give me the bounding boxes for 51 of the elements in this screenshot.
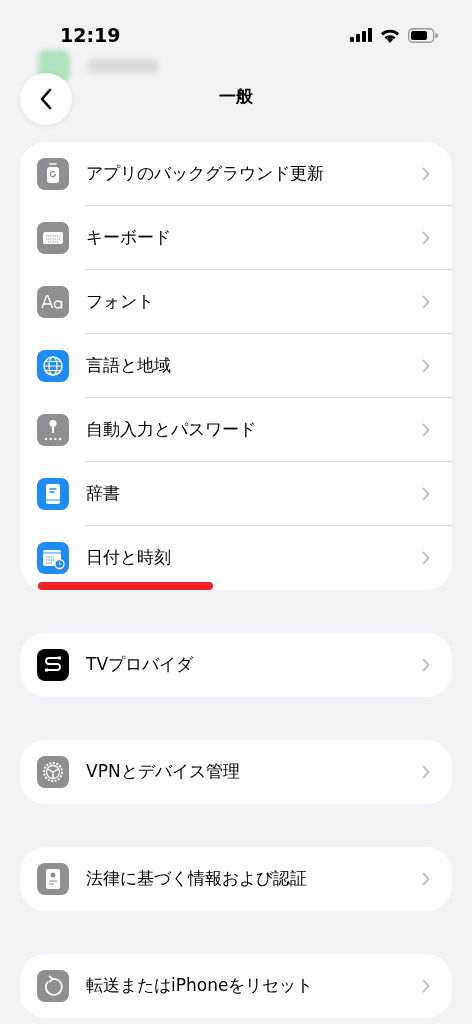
settings-row[interactable]: フォント	[20, 270, 452, 334]
chevron-icon	[422, 765, 430, 779]
chevron-icon	[422, 658, 430, 672]
page-title: 一般	[219, 85, 253, 109]
chevron-icon	[422, 422, 430, 437]
settings-row[interactable]: TVプロバイダ	[20, 633, 452, 697]
row-label: 日付と時刻	[86, 546, 172, 570]
settings-row[interactable]: 自動入力とパスワード	[20, 398, 452, 462]
row-label: 自動入力とパスワード	[86, 417, 257, 441]
row-label: アプリのバックグラウンド更新	[86, 161, 325, 185]
gear-icon	[37, 756, 69, 788]
reset-icon	[37, 970, 69, 1002]
row-label: 辞書	[86, 481, 121, 505]
cable-icon	[37, 649, 69, 681]
row-label: VPNとデバイス管理	[86, 760, 241, 784]
settings-row[interactable]: キーボード	[20, 206, 452, 270]
chevron-icon	[422, 979, 430, 993]
document-icon	[37, 863, 69, 895]
settings-row[interactable]: 法律に基づく情報および認証	[20, 847, 452, 911]
font-icon	[37, 286, 69, 318]
back-icon	[39, 88, 53, 110]
row-label: フォント	[86, 289, 155, 313]
chevron-icon	[422, 551, 430, 565]
back-button[interactable]	[20, 73, 72, 125]
chevron-icon	[422, 294, 430, 309]
status-time: 12:19	[60, 22, 121, 48]
row-label: TVプロバイダ	[86, 653, 194, 677]
chevron-icon	[422, 230, 430, 245]
chevron-icon	[422, 166, 430, 181]
battery-icon	[408, 27, 438, 43]
settings-row[interactable]: 言語と地域	[20, 334, 452, 398]
book-icon	[37, 478, 69, 510]
calendar-icon	[37, 542, 69, 574]
settings-row[interactable]: VPNとデバイス管理	[20, 740, 452, 804]
key-icon	[37, 414, 69, 446]
settings-row[interactable]: 転送またはiPhoneをリセット	[20, 954, 452, 1018]
settings-row[interactable]: アプリのバックグラウンド更新	[20, 142, 452, 206]
row-label: 転送またはiPhoneをリセット	[86, 974, 315, 998]
wifi-icon	[380, 27, 400, 43]
chevron-icon	[422, 358, 430, 373]
row-label: 法律に基づく情報および認証	[86, 867, 308, 891]
refresh-icon	[37, 158, 69, 190]
globe-icon	[37, 350, 69, 382]
signal-icon	[350, 28, 372, 42]
row-label: 言語と地域	[86, 353, 172, 377]
settings-row[interactable]: 辞書	[20, 462, 452, 526]
chevron-icon	[422, 872, 430, 886]
settings-row[interactable]: 日付と時刻	[20, 526, 452, 590]
keyboard-icon	[37, 222, 69, 254]
chevron-icon	[422, 486, 430, 501]
row-label: キーボード	[86, 225, 172, 249]
